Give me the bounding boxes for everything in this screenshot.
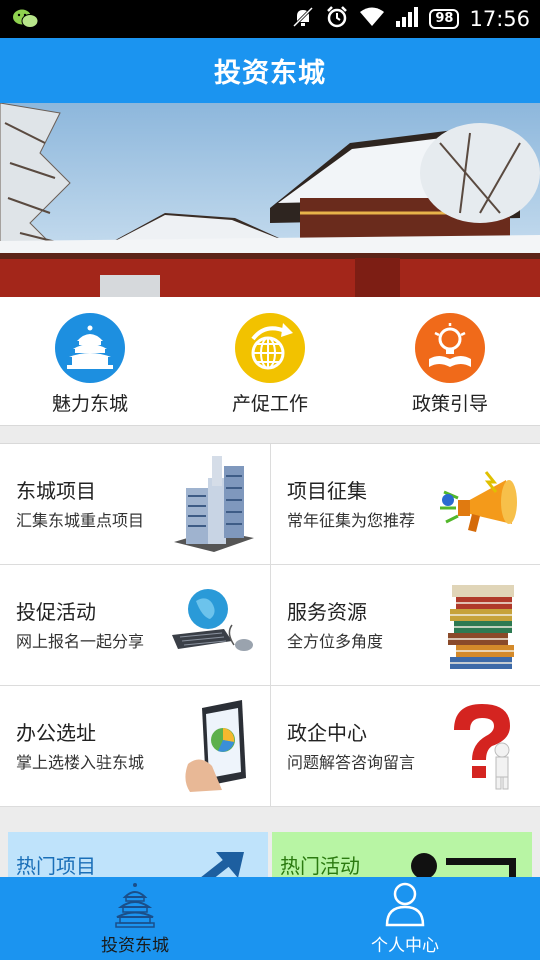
tab-label: 投资东城	[101, 936, 169, 956]
book-bulb-icon	[415, 313, 485, 383]
grid-item-promotion-events[interactable]: 投促活动 网上报名一起分享	[0, 565, 270, 686]
grid-item-gov-enterprise-center[interactable]: 政企中心 问题解答咨询留言	[270, 686, 540, 807]
grid-item-dongcheng-projects[interactable]: 东城项目 汇集东城重点项目	[0, 444, 270, 565]
tab-label: 个人中心	[371, 936, 439, 956]
page-title: 投资东城	[214, 58, 326, 89]
computer-globe-icon	[166, 573, 262, 677]
grid-item-project-collection[interactable]: 项目征集 常年征集为您推荐	[270, 444, 540, 565]
alarm-icon	[325, 5, 349, 33]
tab-personal-center[interactable]: 个人中心	[270, 877, 540, 960]
grid-item-title: 项目征集	[287, 479, 367, 503]
temple-tab-icon	[113, 881, 157, 933]
wifi-icon	[359, 6, 385, 32]
temple-icon	[55, 313, 125, 383]
hot-projects-label: 热门项目	[16, 854, 96, 878]
buildings-icon	[166, 452, 262, 556]
grid-item-title: 服务资源	[287, 600, 367, 624]
quick-nav-label: 魅力东城	[51, 393, 128, 415]
grid-item-subtitle: 网上报名一起分享	[16, 632, 145, 651]
grid-item-title: 办公选址	[16, 721, 96, 745]
title-bar: 投资东城	[0, 38, 540, 103]
grid-item-subtitle: 常年征集为您推荐	[287, 511, 416, 530]
mute-icon	[291, 5, 315, 33]
grid-item-service-resources[interactable]: 服务资源 全方位多角度	[270, 565, 540, 686]
grid-item-title: 东城项目	[16, 479, 96, 503]
bottom-tab-bar: 投资东城 个人中心	[0, 877, 540, 960]
grid-item-subtitle: 问题解答咨询留言	[287, 753, 416, 772]
feature-grid: 东城项目 汇集东城重点项目 项目征集 常年征集为您推荐 投促活动 网上报名一起分…	[0, 443, 540, 807]
signal-icon	[395, 6, 419, 32]
globe-arrow-icon	[235, 313, 305, 383]
grid-item-title: 政企中心	[287, 721, 367, 745]
megaphone-icon	[436, 452, 532, 556]
status-bar: 98 17:56	[0, 0, 540, 38]
books-stack-icon	[436, 573, 532, 677]
quick-nav-item-industry[interactable]: 产促工作	[180, 297, 360, 426]
banner-image[interactable]	[0, 103, 540, 297]
phone-hand-icon	[166, 694, 262, 798]
clock: 17:56	[469, 7, 530, 31]
tab-invest-dongcheng[interactable]: 投资东城	[0, 877, 270, 960]
grid-item-subtitle: 汇集东城重点项目	[16, 511, 145, 530]
quick-nav: 魅力东城 产促工作 政策引导	[0, 297, 540, 426]
wechat-icon	[12, 8, 40, 34]
grid-item-office-location[interactable]: 办公选址 掌上选楼入驻东城	[0, 686, 270, 807]
question-mark-icon	[436, 694, 532, 798]
quick-nav-item-policy[interactable]: 政策引导	[360, 297, 540, 426]
person-icon	[384, 881, 426, 931]
hot-events-label: 热门活动	[280, 854, 360, 878]
grid-item-title: 投促活动	[16, 600, 96, 624]
quick-nav-label: 政策引导	[411, 393, 488, 415]
quick-nav-label: 产促工作	[231, 393, 308, 415]
grid-item-subtitle: 掌上选楼入驻东城	[16, 753, 145, 772]
battery-icon: 98	[429, 9, 460, 29]
grid-item-subtitle: 全方位多角度	[287, 632, 384, 651]
quick-nav-item-charm[interactable]: 魅力东城	[0, 297, 180, 426]
